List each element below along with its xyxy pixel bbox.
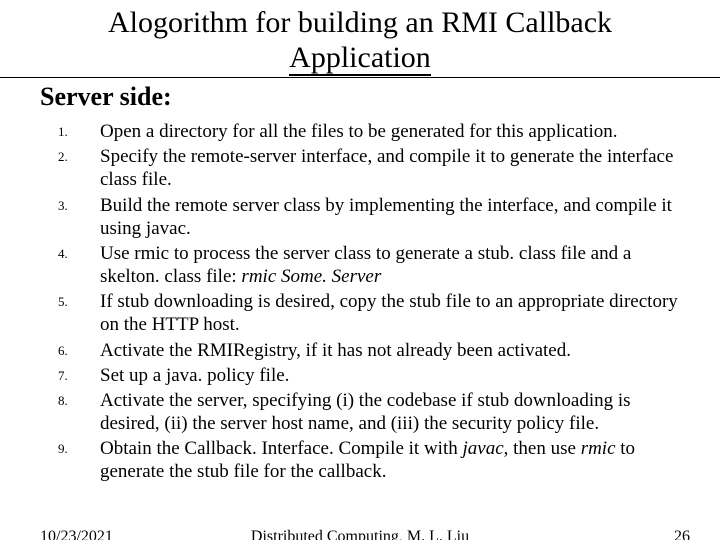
- list-item: If stub downloading is desired, copy the…: [100, 290, 690, 336]
- steps-list: Open a directory for all the files to be…: [0, 120, 720, 484]
- footer-center: Distributed Computing, M. L. Liu: [0, 528, 720, 540]
- footer-page: 26: [674, 528, 690, 540]
- title-line-2: Application: [289, 41, 431, 76]
- list-item: Set up a java. policy file.: [100, 364, 690, 387]
- list-item: Open a directory for all the files to be…: [100, 120, 690, 143]
- list-item: Activate the RMIRegistry, if it has not …: [100, 339, 690, 362]
- list-item: Activate the server, specifying (i) the …: [100, 389, 690, 435]
- list-item: Build the remote server class by impleme…: [100, 194, 690, 240]
- section-heading: Server side:: [0, 78, 720, 112]
- slide-title: Alogorithm for building an RMI Callback …: [0, 0, 720, 75]
- list-item: Obtain the Callback. Interface. Compile …: [100, 437, 690, 483]
- list-item: Specify the remote-server interface, and…: [100, 145, 690, 191]
- list-item: Use rmic to process the server class to …: [100, 242, 690, 288]
- title-line-1: Alogorithm for building an RMI Callback: [108, 6, 612, 39]
- slide: Alogorithm for building an RMI Callback …: [0, 0, 720, 540]
